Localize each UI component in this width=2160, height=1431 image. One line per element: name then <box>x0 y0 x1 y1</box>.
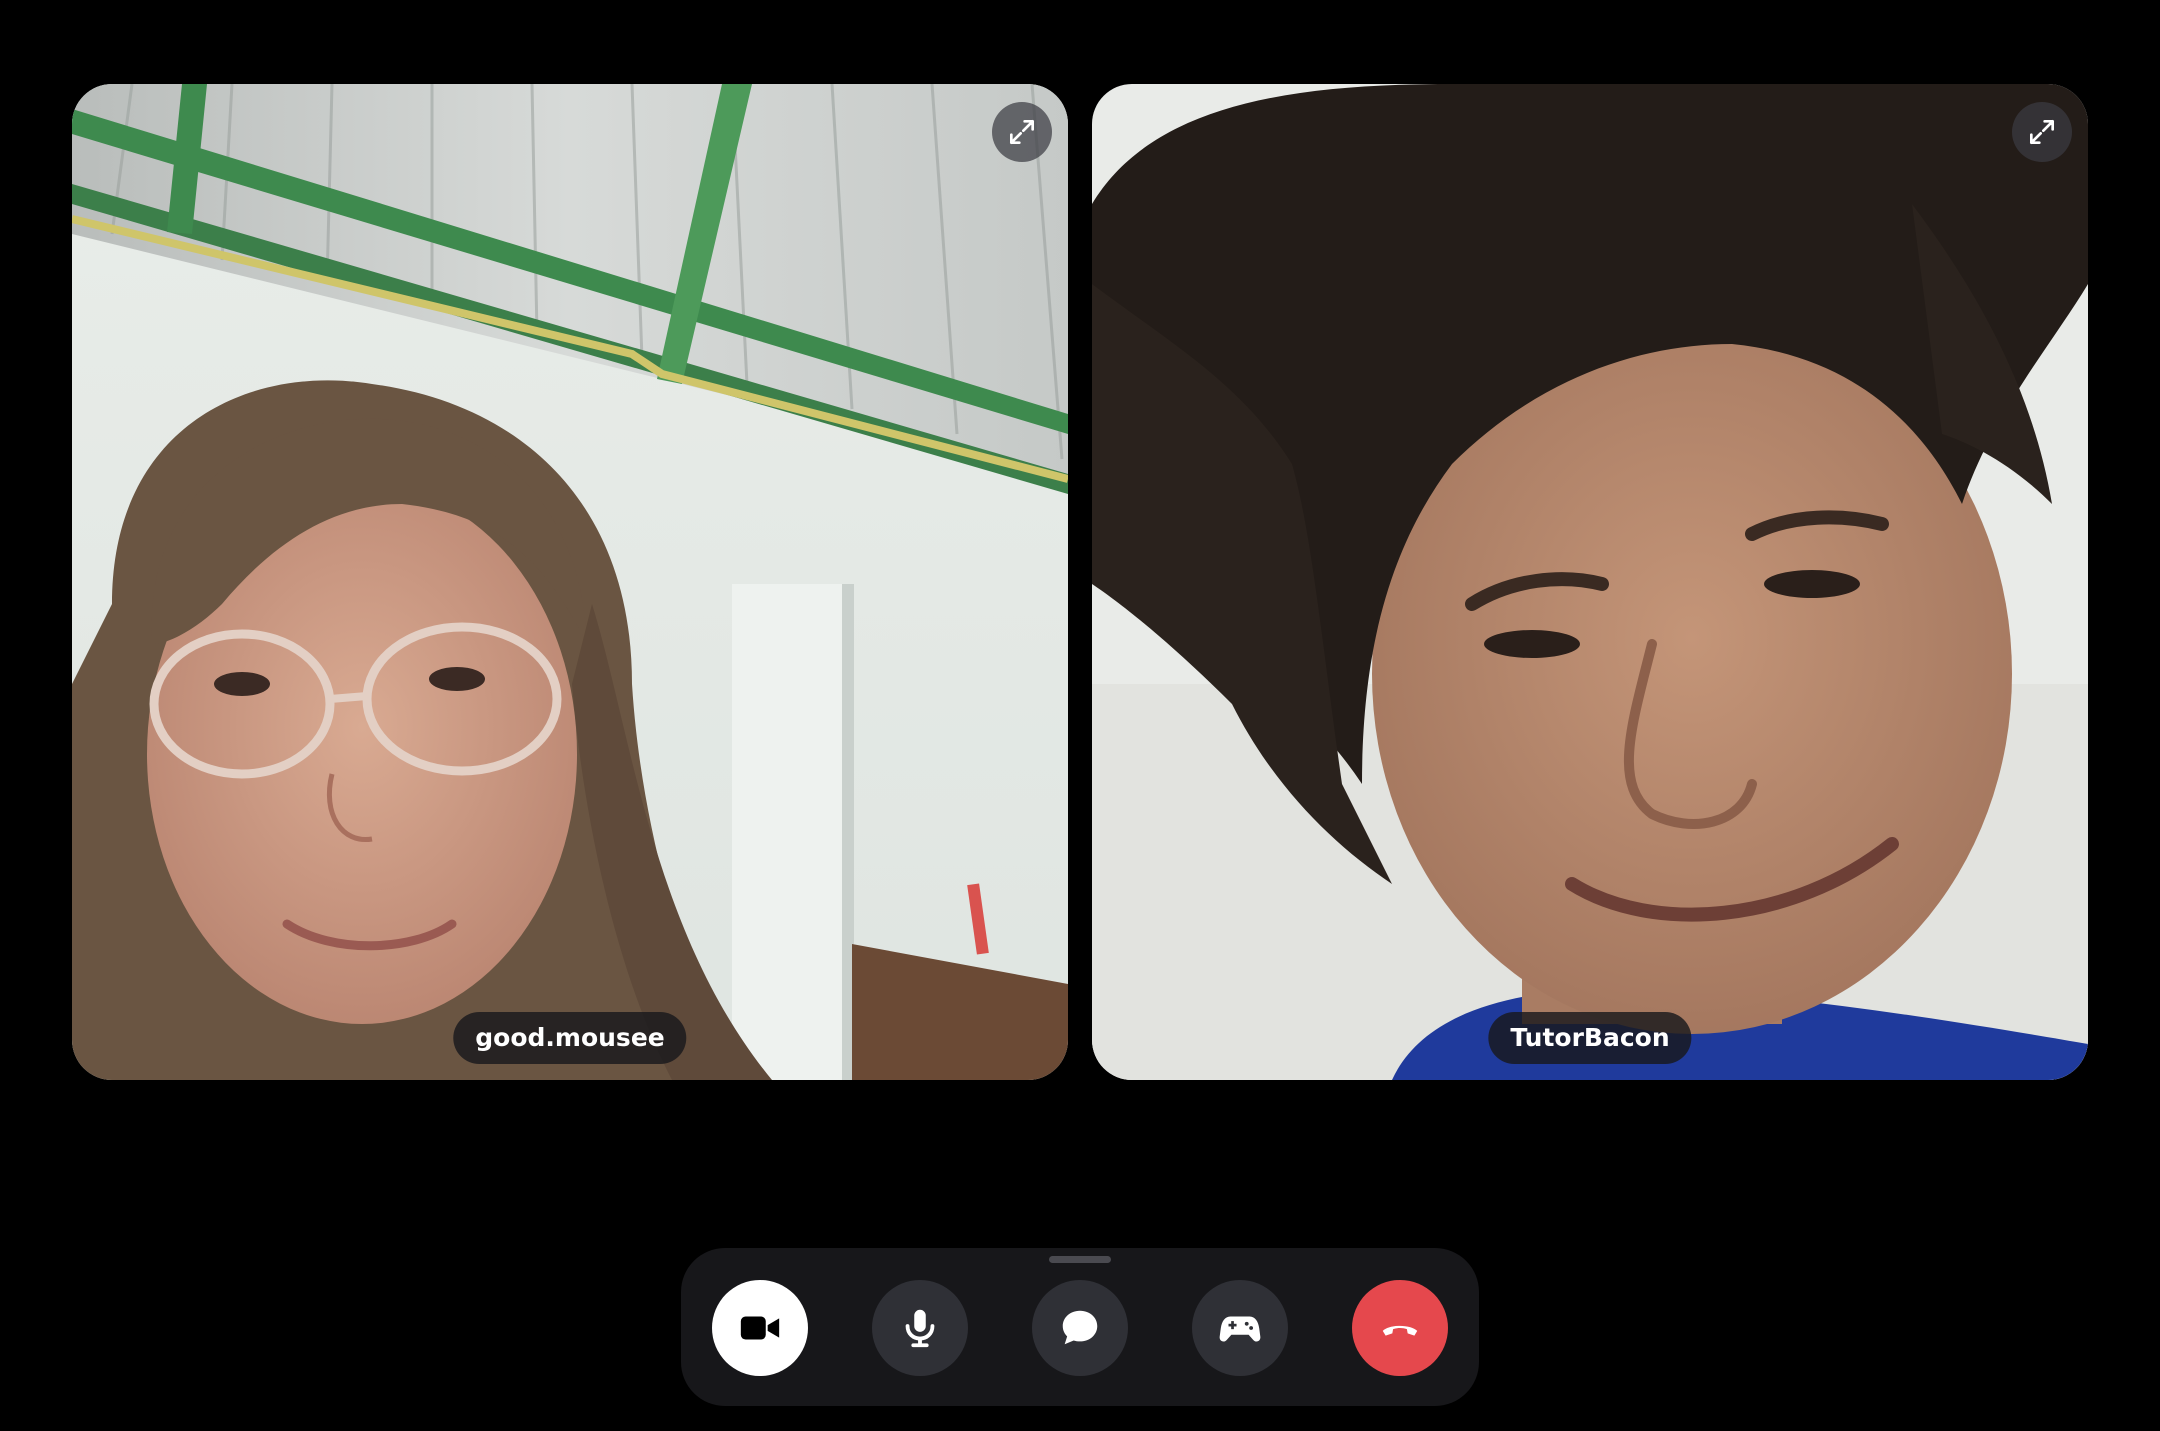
participant-name-label: good.mousee <box>453 1012 687 1064</box>
expand-button-tutorbacon[interactable] <box>2012 102 2072 162</box>
microphone-icon <box>905 1309 935 1348</box>
video-feed-good-mousee <box>72 84 1068 1080</box>
call-control-bar <box>681 1248 1479 1406</box>
video-call-screen: good.mousee TutorBacon <box>0 0 2160 1431</box>
microphone-toggle-button[interactable] <box>872 1280 968 1376</box>
participant-tile-tutorbacon[interactable]: TutorBacon <box>1092 84 2088 1080</box>
hang-up-button[interactable] <box>1352 1280 1448 1376</box>
participant-name-label: TutorBacon <box>1488 1012 1692 1064</box>
participant-tile-good-mousee[interactable]: good.mousee <box>72 84 1068 1080</box>
expand-arrows-icon <box>1010 120 1034 144</box>
hang-up-phone-icon <box>1382 1325 1418 1336</box>
expand-button-good-mousee[interactable] <box>992 102 1052 162</box>
video-camera-icon <box>740 1316 780 1340</box>
video-feed-tutorbacon <box>1092 84 2088 1080</box>
activities-button[interactable] <box>1192 1280 1288 1376</box>
chat-button[interactable] <box>1032 1280 1128 1376</box>
expand-arrows-icon <box>2030 120 2054 144</box>
camera-toggle-button[interactable] <box>712 1280 808 1376</box>
chat-bubble-icon <box>1062 1310 1098 1345</box>
game-controller-icon <box>1219 1316 1261 1342</box>
drag-handle[interactable] <box>1049 1256 1111 1263</box>
